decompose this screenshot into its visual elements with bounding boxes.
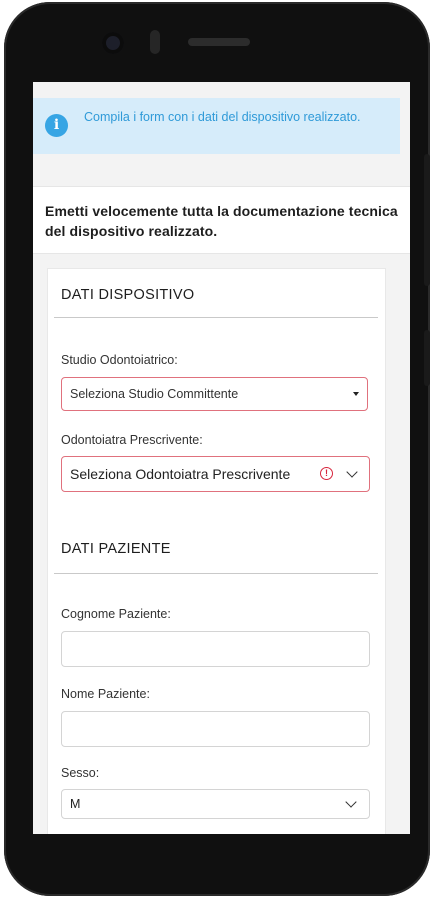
sesso-select-value: M (70, 797, 81, 811)
section-title-paziente: DATI PAZIENTE (61, 541, 171, 557)
info-alert: i Compila i form con i dati del disposit… (33, 98, 400, 154)
power-button (424, 330, 430, 386)
cognome-label: Cognome Paziente: (61, 607, 171, 621)
chevron-down-icon (345, 796, 357, 808)
proximity-sensor (150, 30, 160, 54)
studio-select[interactable]: Seleziona Studio Committente (61, 377, 368, 411)
alert-text: Compila i form con i dati del dispositiv… (84, 110, 361, 124)
info-icon: i (45, 114, 68, 137)
section-divider (54, 573, 378, 574)
chevron-down-icon (346, 466, 358, 478)
caret-down-icon (353, 392, 359, 396)
studio-select-value: Seleziona Studio Committente (70, 387, 239, 401)
section-title-dispositivo: DATI DISPOSITIVO (61, 287, 195, 303)
odontoiatra-label: Odontoiatra Prescrivente: (61, 433, 203, 447)
earpiece-speaker (188, 38, 250, 46)
odontoiatra-select[interactable]: Seleziona Odontoiatra Prescrivente ! (61, 456, 370, 492)
section-divider (54, 317, 378, 318)
intro-text: Emetti velocemente tutta la documentazio… (45, 203, 398, 239)
front-camera (102, 32, 124, 54)
sesso-select[interactable]: M (61, 789, 370, 819)
app-screen: i Compila i form con i dati del disposit… (33, 82, 410, 834)
studio-label: Studio Odontoiatrico: (61, 353, 178, 367)
intro-panel: Emetti velocemente tutta la documentazio… (33, 186, 410, 254)
odontoiatra-select-value: Seleziona Odontoiatra Prescrivente (70, 466, 291, 482)
form-card: DATI DISPOSITIVO Studio Odontoiatrico: S… (47, 268, 386, 834)
phone-frame: i Compila i form con i dati del disposit… (4, 2, 430, 896)
cognome-input[interactable] (61, 631, 370, 667)
error-icon: ! (320, 467, 333, 480)
nome-input[interactable] (61, 711, 370, 747)
sesso-label: Sesso: (61, 766, 100, 780)
volume-button (424, 154, 430, 286)
nome-label: Nome Paziente: (61, 687, 150, 701)
